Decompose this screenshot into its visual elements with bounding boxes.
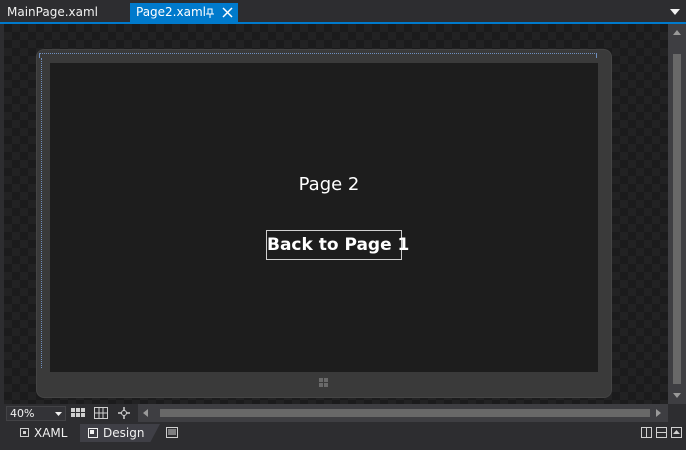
back-to-page-1-button[interactable]: Back to Page 1 <box>266 230 409 260</box>
page-canvas[interactable] <box>50 63 598 372</box>
close-icon[interactable] <box>222 7 233 18</box>
horizontal-split-icon[interactable] <box>656 427 667 438</box>
pin-icon[interactable] <box>205 8 215 18</box>
tab-label: Page2.xaml <box>136 5 206 19</box>
zoom-value: 40% <box>10 407 35 420</box>
collapse-pane-icon[interactable] <box>671 427 682 438</box>
chevron-down-icon[interactable] <box>670 9 680 15</box>
top-adorner <box>39 53 597 58</box>
tab-label: MainPage.xaml <box>7 5 98 19</box>
horizontal-scrollbar[interactable] <box>138 404 668 422</box>
xaml-view-icon <box>20 428 29 437</box>
vertical-scroll-thumb[interactable] <box>673 54 681 384</box>
split-view-icon[interactable] <box>166 427 178 438</box>
design-surface[interactable]: Page 2 Back to Page 1 <box>4 24 668 404</box>
left-adorner <box>41 58 46 368</box>
tab-xaml[interactable]: XAML <box>20 424 67 442</box>
snap-grid-icon[interactable] <box>94 407 108 419</box>
scroll-right-icon[interactable] <box>656 409 661 417</box>
xaml-designer-window: MainPage.xaml Page2.xaml Page 2 Back to … <box>0 0 686 450</box>
design-view-icon <box>88 427 98 438</box>
scroll-up-icon[interactable] <box>673 30 681 35</box>
tab-mainpage-xaml[interactable]: MainPage.xaml <box>0 3 105 22</box>
view-tab-bar: XAML Design <box>0 422 686 450</box>
zoom-dropdown[interactable]: 40% <box>6 406 66 421</box>
tab-design[interactable]: Design <box>88 424 144 442</box>
grid-icon[interactable] <box>71 407 85 419</box>
tab-label: XAML <box>34 426 68 440</box>
horizontal-scroll-thumb[interactable] <box>160 409 650 417</box>
page-title[interactable]: Page 2 <box>37 174 621 195</box>
vertical-split-icon[interactable] <box>641 427 652 438</box>
scroll-down-icon[interactable] <box>673 393 681 398</box>
tab-label: Design <box>103 426 145 440</box>
chevron-down-icon <box>55 412 62 416</box>
document-tab-strip: MainPage.xaml Page2.xaml <box>0 0 686 22</box>
snap-lines-icon[interactable] <box>117 407 131 419</box>
tab-page2-xaml[interactable]: Page2.xaml <box>130 3 238 22</box>
tablet-device-frame: Page 2 Back to Page 1 <box>37 50 611 397</box>
windows-logo-icon <box>319 378 328 387</box>
scroll-left-icon[interactable] <box>143 409 148 417</box>
vertical-scrollbar[interactable] <box>668 24 686 404</box>
